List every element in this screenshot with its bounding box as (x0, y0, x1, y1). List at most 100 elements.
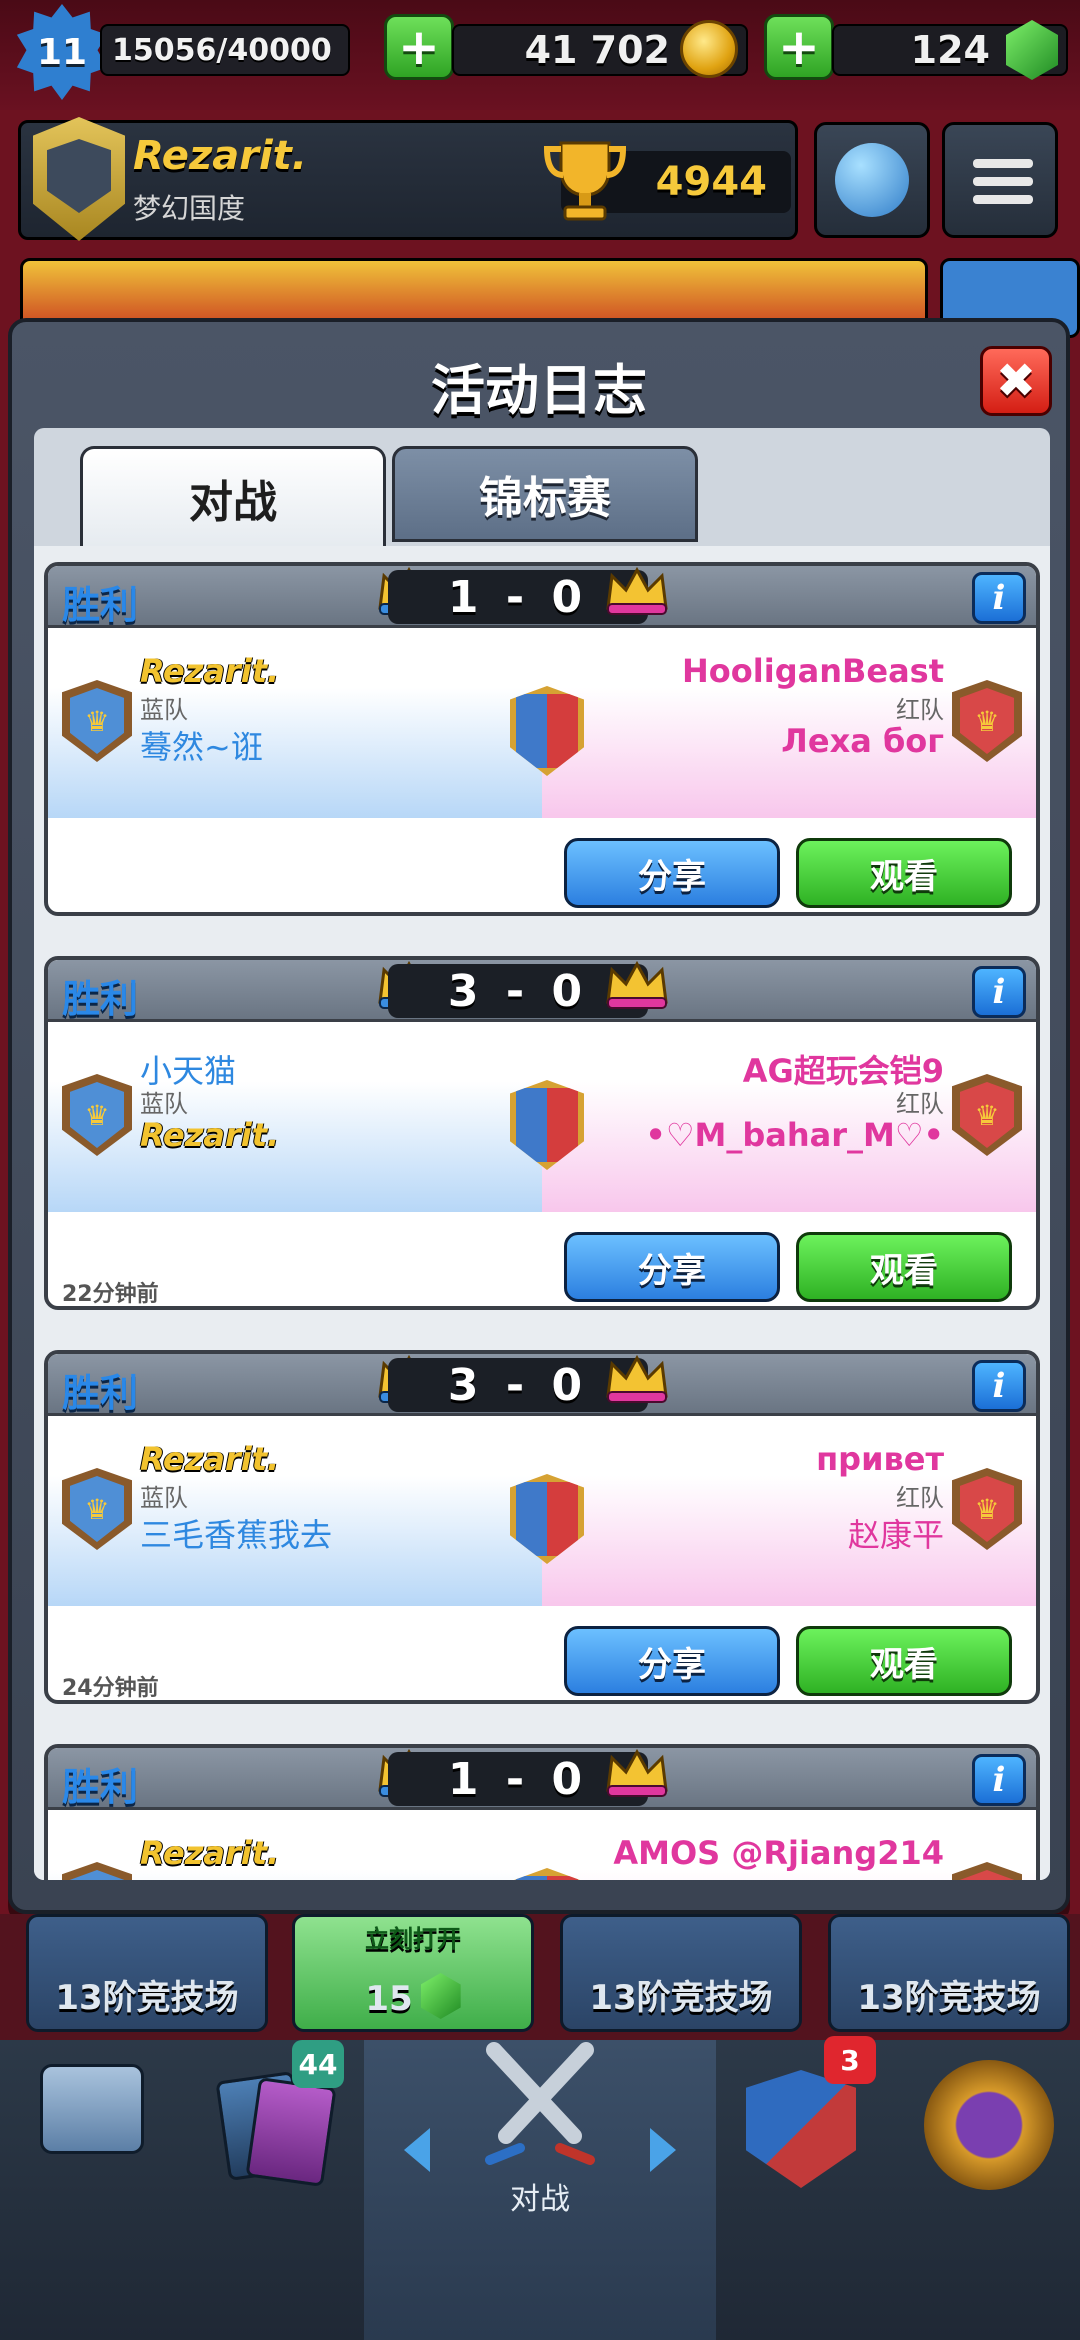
battle-card: 胜利 1 - 0 i ♛ Rezarit. AMOS @Rjiang214 ♛ (44, 1744, 1040, 1880)
chest-arena-label: 13阶竞技场 (55, 1978, 239, 2018)
battle-time: 22分钟前 (62, 1282, 159, 1307)
profile-bar[interactable]: Rezarit. 梦幻国度 4944 (18, 117, 798, 241)
battle-header: 胜利 1 - 0 i (48, 1748, 1036, 1810)
blue-team-label: 蓝队 (140, 696, 188, 724)
battle-info-button[interactable]: i (972, 966, 1026, 1018)
blue-team-label: 蓝队 (140, 1484, 188, 1512)
battle-card: 胜利 3 - 0 i ♛ 小天猫 蓝队 Rezarit. AG超玩会铠9 红队 … (44, 956, 1040, 1310)
chest-slots: 13阶竞技场 立刻打开 15 13阶竞技场 13阶竞技场 (0, 1914, 1080, 2040)
red-team-label: 红队 (896, 1090, 944, 1118)
watch-button[interactable]: 观看 (796, 1626, 1012, 1696)
trophy-counter: 4944 (543, 141, 791, 221)
trophy-value: 4944 (655, 159, 767, 205)
battle-info-button[interactable]: i (972, 572, 1026, 624)
clan-shield-icon (746, 2070, 856, 2188)
teams: ♛ Rezarit. 蓝队 三毛香蕉我去 привет 红队 赵康平 ♛ (48, 1420, 1036, 1606)
nav-cards[interactable]: 44 (182, 2040, 364, 2340)
battle-time: 24分钟前 (62, 1676, 159, 1701)
red-team-label: 红队 (896, 696, 944, 724)
battle-card: 胜利 3 - 0 i ♛ Rezarit. 蓝队 三毛香蕉我去 привет 红… (44, 1350, 1040, 1704)
info-icon: i (992, 972, 1006, 1012)
red-player-1[interactable]: привет (816, 1440, 944, 1478)
nav-clan[interactable]: 3 (716, 2036, 898, 2340)
blue-player-1[interactable]: Rezarit. (140, 1440, 279, 1478)
clan-globe-button[interactable] (814, 122, 930, 238)
close-icon: ✖ (995, 353, 1037, 409)
buy-gems-button[interactable]: + (764, 14, 834, 80)
red-player-2[interactable]: Леха бог (781, 722, 944, 760)
chest-arena-label: 13阶竞技场 (589, 1978, 773, 2018)
buy-gold-button[interactable]: + (384, 14, 454, 80)
profile-clan: 梦幻国度 (133, 192, 246, 225)
teams: ♛ Rezarit. AMOS @Rjiang214 ♛ (48, 1814, 1036, 1880)
red-crown-icon (606, 960, 668, 1009)
share-button[interactable]: 分享 (564, 1626, 780, 1696)
share-button[interactable]: 分享 (564, 838, 780, 908)
blue-player-2[interactable]: 蓦然~诳 (140, 722, 263, 768)
trophy-icon (543, 141, 627, 221)
tab-tournaments[interactable]: 锦标赛 (392, 446, 698, 542)
chest-slot[interactable]: 13阶竞技场 (560, 1914, 802, 2032)
profile-name: Rezarit. (133, 133, 307, 179)
blue-player-1[interactable]: Rezarit. (140, 652, 279, 690)
nav-battle[interactable]: 对战 (364, 2040, 716, 2340)
info-icon: i (992, 1366, 1006, 1406)
battle-header: 胜利 1 - 0 i (48, 566, 1036, 628)
xp-bar: 15056/40000 (100, 24, 350, 76)
globe-icon (835, 143, 909, 217)
nav-battle-label: 对战 (510, 2182, 570, 2217)
chest-slot[interactable]: 13阶竞技场 (26, 1914, 268, 2032)
blue-player-1[interactable]: Rezarit. (140, 1834, 279, 1872)
arrow-right-icon[interactable] (650, 2128, 676, 2172)
top-hud: 11 15056/40000 + 41 702 + 124 (0, 0, 1080, 110)
chest-slot-unlocking[interactable]: 立刻打开 15 (292, 1914, 534, 2032)
blue-team-label: 蓝队 (140, 1090, 188, 1118)
close-button[interactable]: ✖ (980, 346, 1052, 416)
red-player-2[interactable]: 赵康平 (848, 1510, 944, 1556)
watch-button[interactable]: 观看 (796, 1232, 1012, 1302)
battle-log-modal: 活动日志 ✖ 对战 锦标赛 胜利 1 - 0 i ♛ Rezarit. 蓝队 蓦… (8, 318, 1070, 1914)
tab-battles[interactable]: 对战 (80, 446, 386, 546)
cards-badge: 44 (292, 2040, 344, 2088)
battle-info-button[interactable]: i (972, 1360, 1026, 1412)
clan-badge: 3 (824, 2036, 876, 2084)
battle-result: 胜利 (62, 583, 139, 627)
main-menu-button[interactable] (942, 122, 1058, 238)
watch-button[interactable]: 观看 (796, 838, 1012, 908)
info-icon: i (992, 578, 1006, 618)
arrow-left-icon[interactable] (404, 2128, 430, 2172)
battle-card: 胜利 1 - 0 i ♛ Rezarit. 蓝队 蓦然~诳 HooliganBe… (44, 562, 1040, 916)
modal-title: 活动日志 (431, 359, 647, 422)
chest-slot[interactable]: 13阶竞技场 (828, 1914, 1070, 2032)
arena-badge-icon (33, 117, 125, 241)
nav-tournaments[interactable] (898, 2040, 1080, 2340)
blue-player-2[interactable]: 三毛香蕉我去 (140, 1510, 332, 1556)
battle-list[interactable]: 胜利 1 - 0 i ♛ Rezarit. 蓝队 蓦然~诳 HooliganBe… (34, 546, 1050, 1880)
red-crown-icon (606, 1748, 668, 1797)
tournament-medal-icon (924, 2060, 1054, 2190)
bottom-nav: 44 对战 3 (0, 2036, 1080, 2340)
red-crown-icon (606, 566, 668, 615)
modal-body: 对战 锦标赛 胜利 1 - 0 i ♛ Rezarit. 蓝队 蓦然~诳 Hoo… (34, 428, 1050, 1880)
share-button[interactable]: 分享 (564, 1232, 780, 1302)
info-icon: i (992, 1760, 1006, 1800)
battle-info-button[interactable]: i (972, 1754, 1026, 1806)
open-now-label: 立刻打开 (365, 1925, 461, 1953)
battle-result: 胜利 (62, 1765, 139, 1809)
gold-value: 41 702 (524, 28, 670, 72)
red-player-2[interactable]: •♡M_bahar_M♡• (645, 1116, 944, 1154)
nav-shop[interactable] (0, 2040, 180, 2340)
red-player-1[interactable]: HooliganBeast (682, 652, 944, 690)
red-crown-icon (606, 1354, 668, 1403)
battle-header: 胜利 3 - 0 i (48, 1354, 1036, 1416)
red-team-label: 红队 (896, 1484, 944, 1512)
battle-result: 胜利 (62, 977, 139, 1021)
blue-player-2[interactable]: Rezarit. (140, 1116, 279, 1154)
teams: ♛ 小天猫 蓝队 Rezarit. AG超玩会铠9 红队 •♡M_bahar_M… (48, 1026, 1036, 1212)
gold-coin-icon (680, 20, 738, 78)
level-value: 11 (36, 31, 88, 73)
shop-chest-icon (40, 2064, 144, 2154)
level-badge[interactable]: 11 (16, 4, 108, 100)
battle-result: 胜利 (62, 1371, 139, 1415)
red-player-1[interactable]: AMOS @Rjiang214 (613, 1834, 944, 1872)
